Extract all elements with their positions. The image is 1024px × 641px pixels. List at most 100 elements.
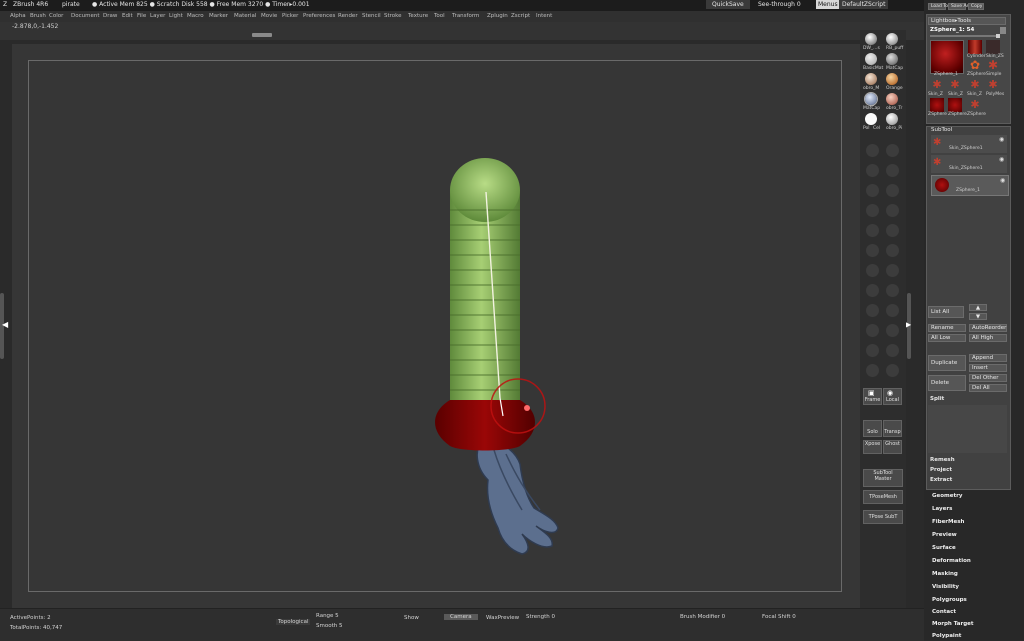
load-tool-button[interactable]: Load Tool — [928, 3, 952, 10]
geometry-section[interactable]: Geometry — [932, 493, 962, 499]
lightbox-tools-button[interactable]: Lightbox▸Tools — [928, 17, 1006, 25]
del-all-button[interactable]: Del All — [969, 384, 1007, 392]
left-tray-arrow-icon[interactable]: ◀ — [2, 320, 8, 329]
polypaint-section[interactable]: Polypaint — [932, 633, 961, 639]
waxpreview-button[interactable]: WaxPreview — [486, 615, 519, 621]
tool-thumb-zsphere-large[interactable] — [930, 40, 964, 74]
tool-thumb-zsphere[interactable] — [948, 98, 962, 112]
delete-button[interactable]: Delete — [928, 375, 966, 391]
tool-thumb-zsphere[interactable] — [930, 98, 944, 112]
material-sphere-5[interactable] — [865, 73, 877, 85]
shelf-icon-disabled[interactable] — [886, 344, 899, 357]
menu-file[interactable]: File — [137, 13, 146, 19]
shelf-icon-disabled[interactable] — [866, 244, 879, 257]
menu-render[interactable]: Render — [338, 13, 358, 19]
menu-document[interactable]: Document — [71, 13, 100, 19]
shelf-icon-disabled[interactable] — [886, 264, 899, 277]
autoreorder-button[interactable]: AutoReorder — [969, 324, 1007, 332]
shelf-icon-disabled[interactable] — [866, 284, 879, 297]
shelf-icon-disabled[interactable] — [886, 144, 899, 157]
menu-light[interactable]: Light — [169, 13, 183, 19]
shelf-icon-disabled[interactable] — [886, 364, 899, 377]
menu-tool[interactable]: Tool — [434, 13, 445, 19]
menu-macro[interactable]: Macro — [187, 13, 204, 19]
shelf-icon-disabled[interactable] — [866, 304, 879, 317]
tool-thumb-skin-icon[interactable]: ✱ — [968, 78, 982, 92]
subtool-item-selected[interactable]: ZSphere_1 ◉ — [931, 175, 1009, 196]
shelf-icon-disabled[interactable] — [866, 184, 879, 197]
polygroups-section[interactable]: Polygroups — [932, 597, 967, 603]
menu-picker[interactable]: Picker — [282, 13, 298, 19]
tposemesh-button[interactable]: TPoseMesh — [863, 490, 903, 504]
shelf-icon-disabled[interactable] — [886, 324, 899, 337]
material-sphere-7[interactable] — [864, 92, 878, 106]
shelf-icon-disabled[interactable] — [866, 144, 879, 157]
menu-movie[interactable]: Movie — [261, 13, 277, 19]
tray-scroll-thumb[interactable] — [252, 33, 272, 37]
tool-thumb-polymesh-icon[interactable]: ✱ — [986, 78, 1000, 92]
menu-color[interactable]: Color — [49, 13, 63, 19]
camera-button[interactable]: Camera — [444, 614, 478, 620]
layers-section[interactable]: Layers — [932, 506, 952, 512]
strength-slider[interactable]: Strength 0 — [526, 614, 555, 620]
focal-shift-slider[interactable]: Focal Shift 0 — [762, 614, 796, 620]
list-all-button[interactable]: List All — [928, 306, 964, 318]
move-down-button[interactable]: ▼ — [969, 313, 987, 320]
append-button[interactable]: Append — [969, 354, 1007, 362]
shelf-icon-disabled[interactable] — [886, 284, 899, 297]
tool-thumb-zsphere-icon[interactable]: ✱ — [968, 98, 982, 112]
xpose-button[interactable]: Xpose — [863, 440, 882, 454]
menus-toggle[interactable]: Menus — [816, 0, 840, 9]
masking-section[interactable]: Masking — [932, 571, 958, 577]
material-sphere-9[interactable] — [865, 113, 877, 125]
all-high-button[interactable]: All High — [969, 334, 1007, 342]
duplicate-button[interactable]: Duplicate — [928, 355, 966, 371]
menu-zscript[interactable]: Zscript — [511, 13, 530, 19]
tool-scroll-handle[interactable] — [1000, 27, 1006, 34]
material-sphere-1[interactable] — [865, 33, 877, 45]
save-as-button[interactable]: Save As — [948, 3, 969, 10]
remesh-subpalette[interactable]: Remesh — [930, 457, 955, 463]
range-slider[interactable]: Range 5 — [316, 613, 339, 619]
tool-slider-knob[interactable] — [996, 34, 1000, 38]
default-zscript-button[interactable]: DefaultZScript — [839, 0, 889, 9]
material-sphere-4[interactable] — [886, 53, 898, 65]
all-low-button[interactable]: All Low — [928, 334, 966, 342]
menu-preferences[interactable]: Preferences — [303, 13, 335, 19]
extract-subpalette[interactable]: Extract — [930, 477, 952, 483]
see-through-slider[interactable]: See-through 0 — [758, 1, 801, 8]
move-up-button[interactable]: ▲ — [969, 304, 987, 311]
material-sphere-10[interactable] — [886, 113, 898, 125]
menu-texture[interactable]: Texture — [408, 13, 428, 19]
surface-section[interactable]: Surface — [932, 545, 956, 551]
shelf-icon-disabled[interactable] — [886, 164, 899, 177]
copy-tool-button[interactable]: Copy — [968, 3, 984, 10]
contact-section[interactable]: Contact — [932, 609, 956, 615]
eye-icon[interactable]: ◉ — [1000, 177, 1005, 184]
fibermesh-section[interactable]: FiberMesh — [932, 519, 964, 525]
tool-thumb-simplebrush-icon[interactable]: ✿ — [968, 58, 982, 72]
eye-icon[interactable]: ◉ — [999, 156, 1004, 163]
material-sphere-2[interactable] — [886, 33, 898, 45]
preview-section[interactable]: Preview — [932, 532, 957, 538]
brush-modifier-slider[interactable]: Brush Modifier 0 — [680, 614, 725, 620]
shelf-icon-disabled[interactable] — [866, 364, 879, 377]
menu-stroke[interactable]: Stroke — [384, 13, 402, 19]
menu-marker[interactable]: Marker — [209, 13, 228, 19]
solo-button[interactable]: Solo — [863, 420, 882, 437]
tool-thumb-skin-icon[interactable]: ✱ — [930, 78, 944, 92]
subtool-master-button[interactable]: SubTool Master — [863, 469, 903, 487]
del-other-button[interactable]: Del Other — [969, 374, 1007, 382]
visibility-section[interactable]: Visibility — [932, 584, 959, 590]
rename-button[interactable]: Rename — [928, 324, 966, 332]
shelf-icon-disabled[interactable] — [886, 244, 899, 257]
menu-zplugin[interactable]: Zplugin — [487, 13, 508, 19]
shelf-icon-disabled[interactable] — [866, 164, 879, 177]
material-sphere-3[interactable] — [865, 53, 877, 65]
tool-thumb-skin[interactable] — [986, 40, 1000, 54]
project-subpalette[interactable]: Project — [930, 467, 952, 473]
shelf-icon-disabled[interactable] — [866, 264, 879, 277]
menu-edit[interactable]: Edit — [122, 13, 133, 19]
ghost-button[interactable]: Ghost — [883, 440, 902, 454]
material-sphere-8[interactable] — [886, 93, 898, 105]
